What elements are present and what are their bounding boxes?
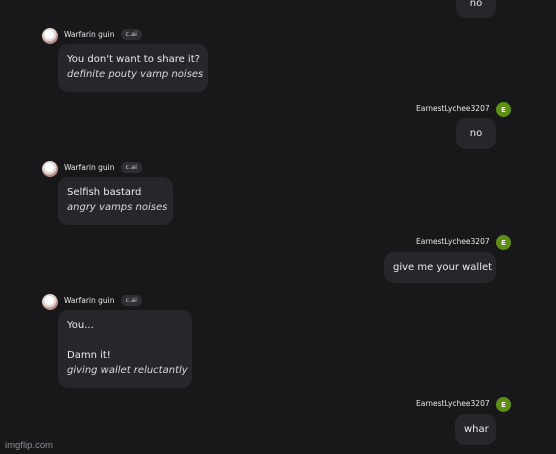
bot-name[interactable]: Warfarin guin <box>64 296 115 305</box>
message-text: You... <box>67 320 94 331</box>
message-text: You don't want to share it? <box>67 54 200 65</box>
cai-badge: c.ai <box>120 294 142 306</box>
user-name[interactable]: EarnestLychee3207 <box>416 237 490 246</box>
bot-avatar[interactable] <box>42 294 58 310</box>
bot-message-bubble: You don't want to share it? definite pou… <box>58 44 208 92</box>
message-action-text: definite pouty vamp noises <box>67 69 204 80</box>
user-message-bubble: no <box>456 0 496 18</box>
message-action-text: giving wallet reluctantly <box>67 365 188 376</box>
message-text: no <box>469 0 483 9</box>
user-message-bubble: whar <box>455 414 496 445</box>
bot-name[interactable]: Warfarin guin <box>64 163 115 172</box>
watermark: imgflip.com <box>5 440 54 451</box>
cai-badge: c.ai <box>120 161 142 173</box>
user-avatar[interactable]: E <box>496 102 511 117</box>
bot-avatar[interactable] <box>42 161 58 177</box>
bot-message-bubble: Selfish bastard angry vamps noises <box>58 177 173 225</box>
user-message-bubble: give me your wallet <box>384 252 496 283</box>
user-avatar[interactable]: E <box>496 235 511 250</box>
user-message-bubble: no <box>456 118 496 149</box>
user-name[interactable]: EarnestLychee3207 <box>416 104 490 113</box>
cai-badge: c.ai <box>120 28 142 40</box>
bot-name[interactable]: Warfarin guin <box>64 30 115 39</box>
user-avatar[interactable]: E <box>496 397 511 412</box>
message-text: give me your wallet <box>393 262 493 273</box>
message-text: whar <box>464 424 489 435</box>
user-name[interactable]: EarnestLychee3207 <box>416 399 490 408</box>
bot-message-bubble: You... Damn it! giving wallet reluctantl… <box>58 310 192 388</box>
message-text: Damn it! <box>67 350 111 361</box>
message-action-text: angry vamps noises <box>67 202 168 213</box>
message-text: no <box>469 128 483 139</box>
bot-avatar[interactable] <box>42 28 58 44</box>
message-text: Selfish bastard <box>67 187 142 198</box>
